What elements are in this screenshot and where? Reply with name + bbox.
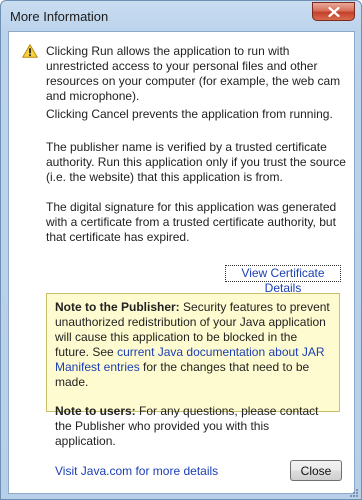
cancel-info-text: Clicking Cancel prevents the application… (46, 107, 333, 121)
run-info-text: Clicking Run allows the application to r… (46, 44, 341, 103)
dialog-content: Clicking Run allows the application to r… (8, 31, 355, 494)
publisher-note: Note to the Publisher: Security features… (55, 300, 331, 390)
users-note-heading: Note to users: (55, 404, 136, 418)
signature-info-text: The digital signature for this applicati… (46, 200, 337, 244)
title-bar[interactable]: More Information (1, 1, 361, 31)
resize-grip-icon[interactable] (349, 488, 359, 498)
users-note: Note to users: For any questions, please… (55, 404, 331, 449)
warning-triangle-icon (22, 44, 38, 58)
view-certificate-details-link[interactable]: View Certificate Details (225, 265, 341, 295)
publisher-info-text: The publisher name is verified by a trus… (46, 140, 346, 184)
more-information-dialog: More Information Clicking Run allows the… (0, 0, 362, 500)
close-x-icon (328, 7, 340, 17)
close-button[interactable]: Close (290, 460, 342, 481)
visit-java-link[interactable]: Visit Java.com for more details (55, 464, 218, 478)
window-close-button[interactable] (312, 2, 355, 21)
publisher-note-heading: Note to the Publisher: (55, 300, 180, 314)
note-box: Note to the Publisher: Security features… (46, 293, 340, 448)
window-title: More Information (10, 9, 109, 24)
